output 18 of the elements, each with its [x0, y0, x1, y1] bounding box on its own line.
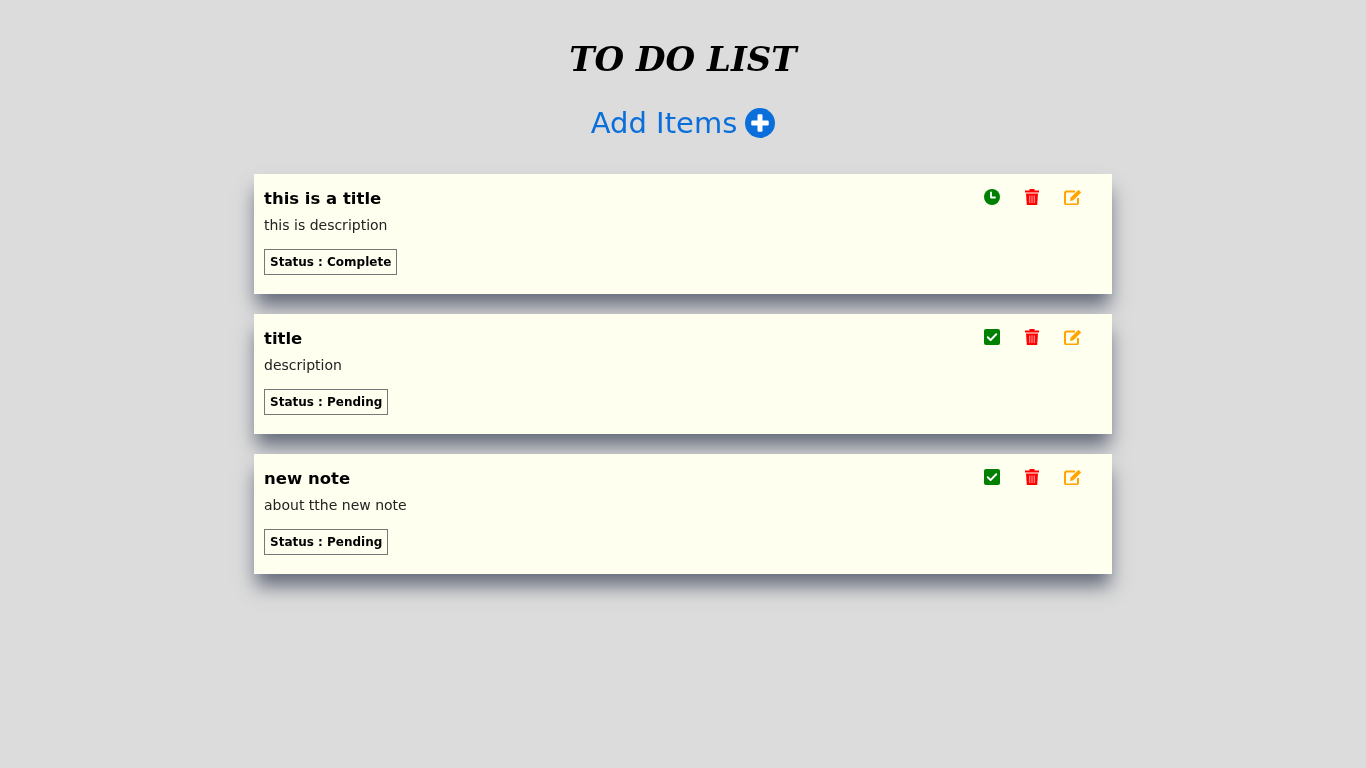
checkbox-icon[interactable]	[984, 329, 1000, 345]
trash-icon[interactable]	[1025, 189, 1039, 205]
todo-description: this is description	[264, 216, 388, 235]
todo-description: description	[264, 356, 342, 375]
trash-icon[interactable]	[1025, 329, 1039, 345]
page-title: TO DO LIST	[569, 38, 797, 81]
trash-icon[interactable]	[1025, 469, 1039, 485]
add-items-button[interactable]: Add Items	[588, 104, 778, 142]
todo-title: new note	[264, 468, 351, 490]
checkbox-icon[interactable]	[984, 469, 1000, 485]
todo-title: this is a title	[264, 188, 382, 210]
clock-icon[interactable]	[984, 189, 1000, 205]
status-label: Status : Pending	[264, 389, 389, 415]
todo-title: title	[264, 328, 303, 350]
plus-circle-icon	[745, 108, 776, 138]
status-label: Status : Pending	[264, 529, 389, 555]
todo-description: about tthe new note	[264, 496, 407, 515]
status-label: Status : Complete	[264, 249, 398, 275]
